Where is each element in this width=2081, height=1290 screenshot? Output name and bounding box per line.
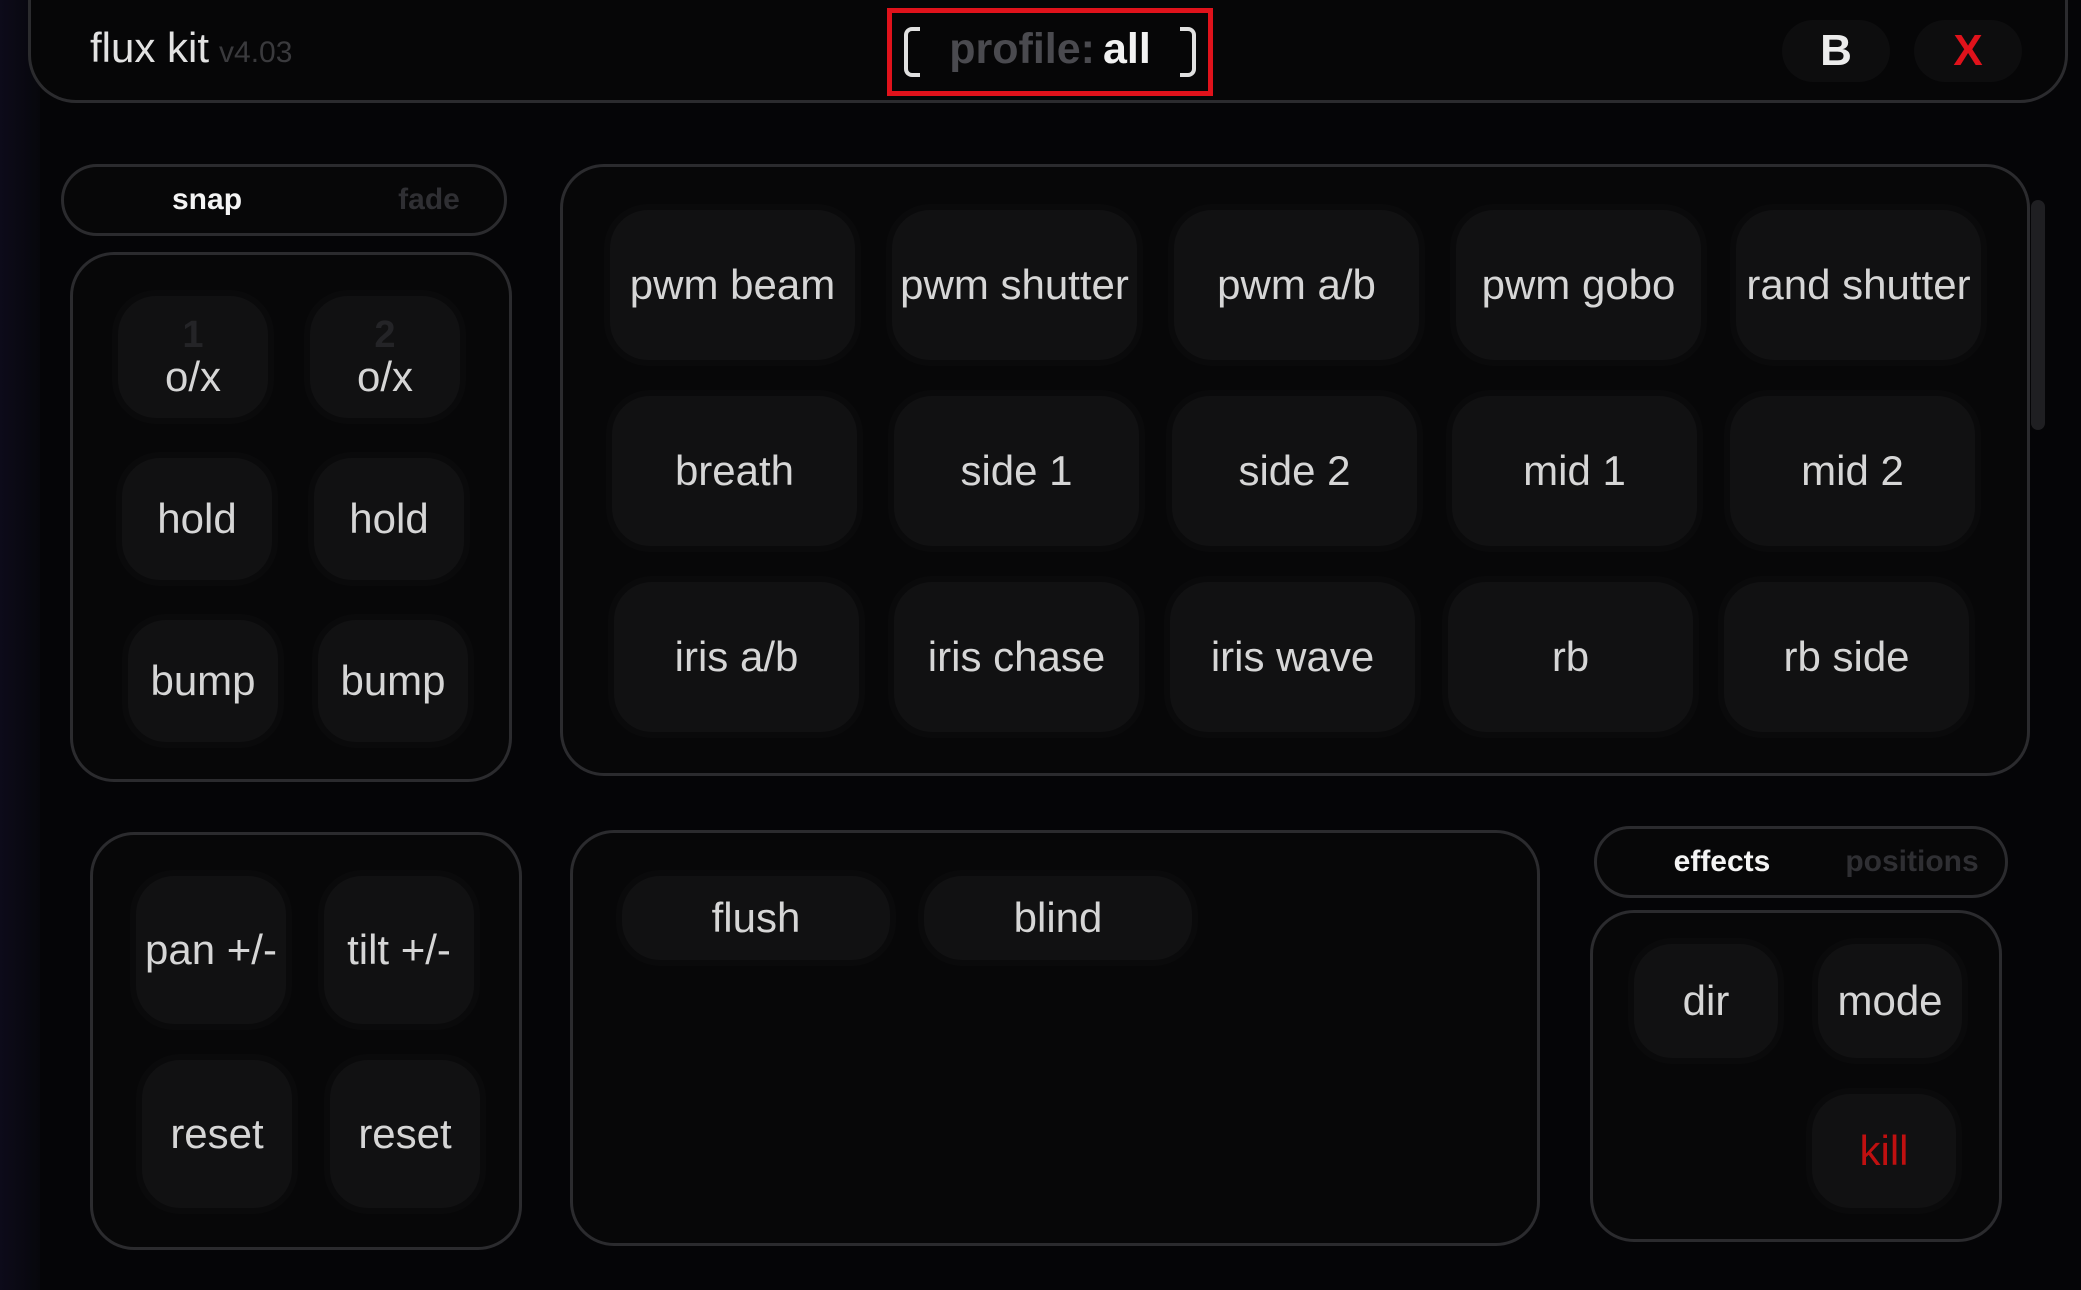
blind-button[interactable]: blind [924,876,1192,960]
mode-button[interactable]: mode [1818,944,1962,1058]
effect-button[interactable]: side 1 [894,396,1139,546]
snap-option[interactable]: snap [94,167,384,233]
profile-label: profile: [949,25,1095,73]
app-name: flux kit [90,24,210,71]
effect-button[interactable]: pwm a/b [1174,210,1419,360]
slot-1-hold-button[interactable]: hold [122,458,272,580]
effect-button[interactable]: side 2 [1172,396,1417,546]
fade-option[interactable]: fade [364,167,494,233]
app-version: v4.03 [219,36,293,69]
reset-pan-button[interactable]: reset [142,1060,292,1208]
profile-value: all [1102,25,1151,73]
effect-button[interactable]: mid 1 [1452,396,1697,546]
tilt-button[interactable]: tilt +/- [324,876,474,1024]
profile-selector[interactable]: profile: all [887,8,1213,96]
effects-option[interactable]: effects [1627,829,1817,895]
flux-kit-window: flux kit v4.03 profile: all B X snap fade … [0,0,2081,1290]
effect-button[interactable]: rb side [1724,582,1969,732]
effect-button[interactable]: pwm shutter [892,210,1137,360]
slot-2-hold-button[interactable]: hold [314,458,464,580]
effect-button[interactable]: pwm gobo [1456,210,1701,360]
slot-1-toggle-label: o/x [164,353,222,400]
slot-1-number: 1 [182,314,204,356]
slot-2-toggle-button[interactable]: 2 o/x [310,296,460,418]
effect-button[interactable]: breath [612,396,857,546]
slot-1-bump-button[interactable]: bump [128,620,278,742]
mode-toggle: effects positions [1594,826,2008,898]
slot-2-bump-button[interactable]: bump [318,620,468,742]
reset-tilt-button[interactable]: reset [330,1060,480,1208]
pan-button[interactable]: pan +/- [136,876,286,1024]
slot-2-number: 2 [374,314,396,356]
effect-button[interactable]: iris wave [1170,582,1415,732]
slot-2-toggle-label: o/x [356,353,414,400]
transition-toggle: snap fade [61,164,507,236]
app-title: flux kit v4.03 [90,24,292,72]
effect-button[interactable]: pwm beam [610,210,855,360]
slot-1-toggle-button[interactable]: 1 o/x [118,296,268,418]
effects-scrollbar[interactable] [2031,200,2045,430]
b-button[interactable]: B [1782,20,1890,82]
profile-text: profile: all [892,25,1208,74]
dir-button[interactable]: dir [1634,944,1778,1058]
effect-button[interactable]: iris a/b [614,582,859,732]
effect-button[interactable]: rb [1448,582,1693,732]
kill-button[interactable]: kill [1812,1094,1956,1208]
effect-button[interactable]: mid 2 [1730,396,1975,546]
effect-button[interactable]: rand shutter [1736,210,1981,360]
close-button[interactable]: X [1914,20,2022,82]
flush-button[interactable]: flush [622,876,890,960]
effect-button[interactable]: iris chase [894,582,1139,732]
positions-option[interactable]: positions [1827,829,1997,895]
